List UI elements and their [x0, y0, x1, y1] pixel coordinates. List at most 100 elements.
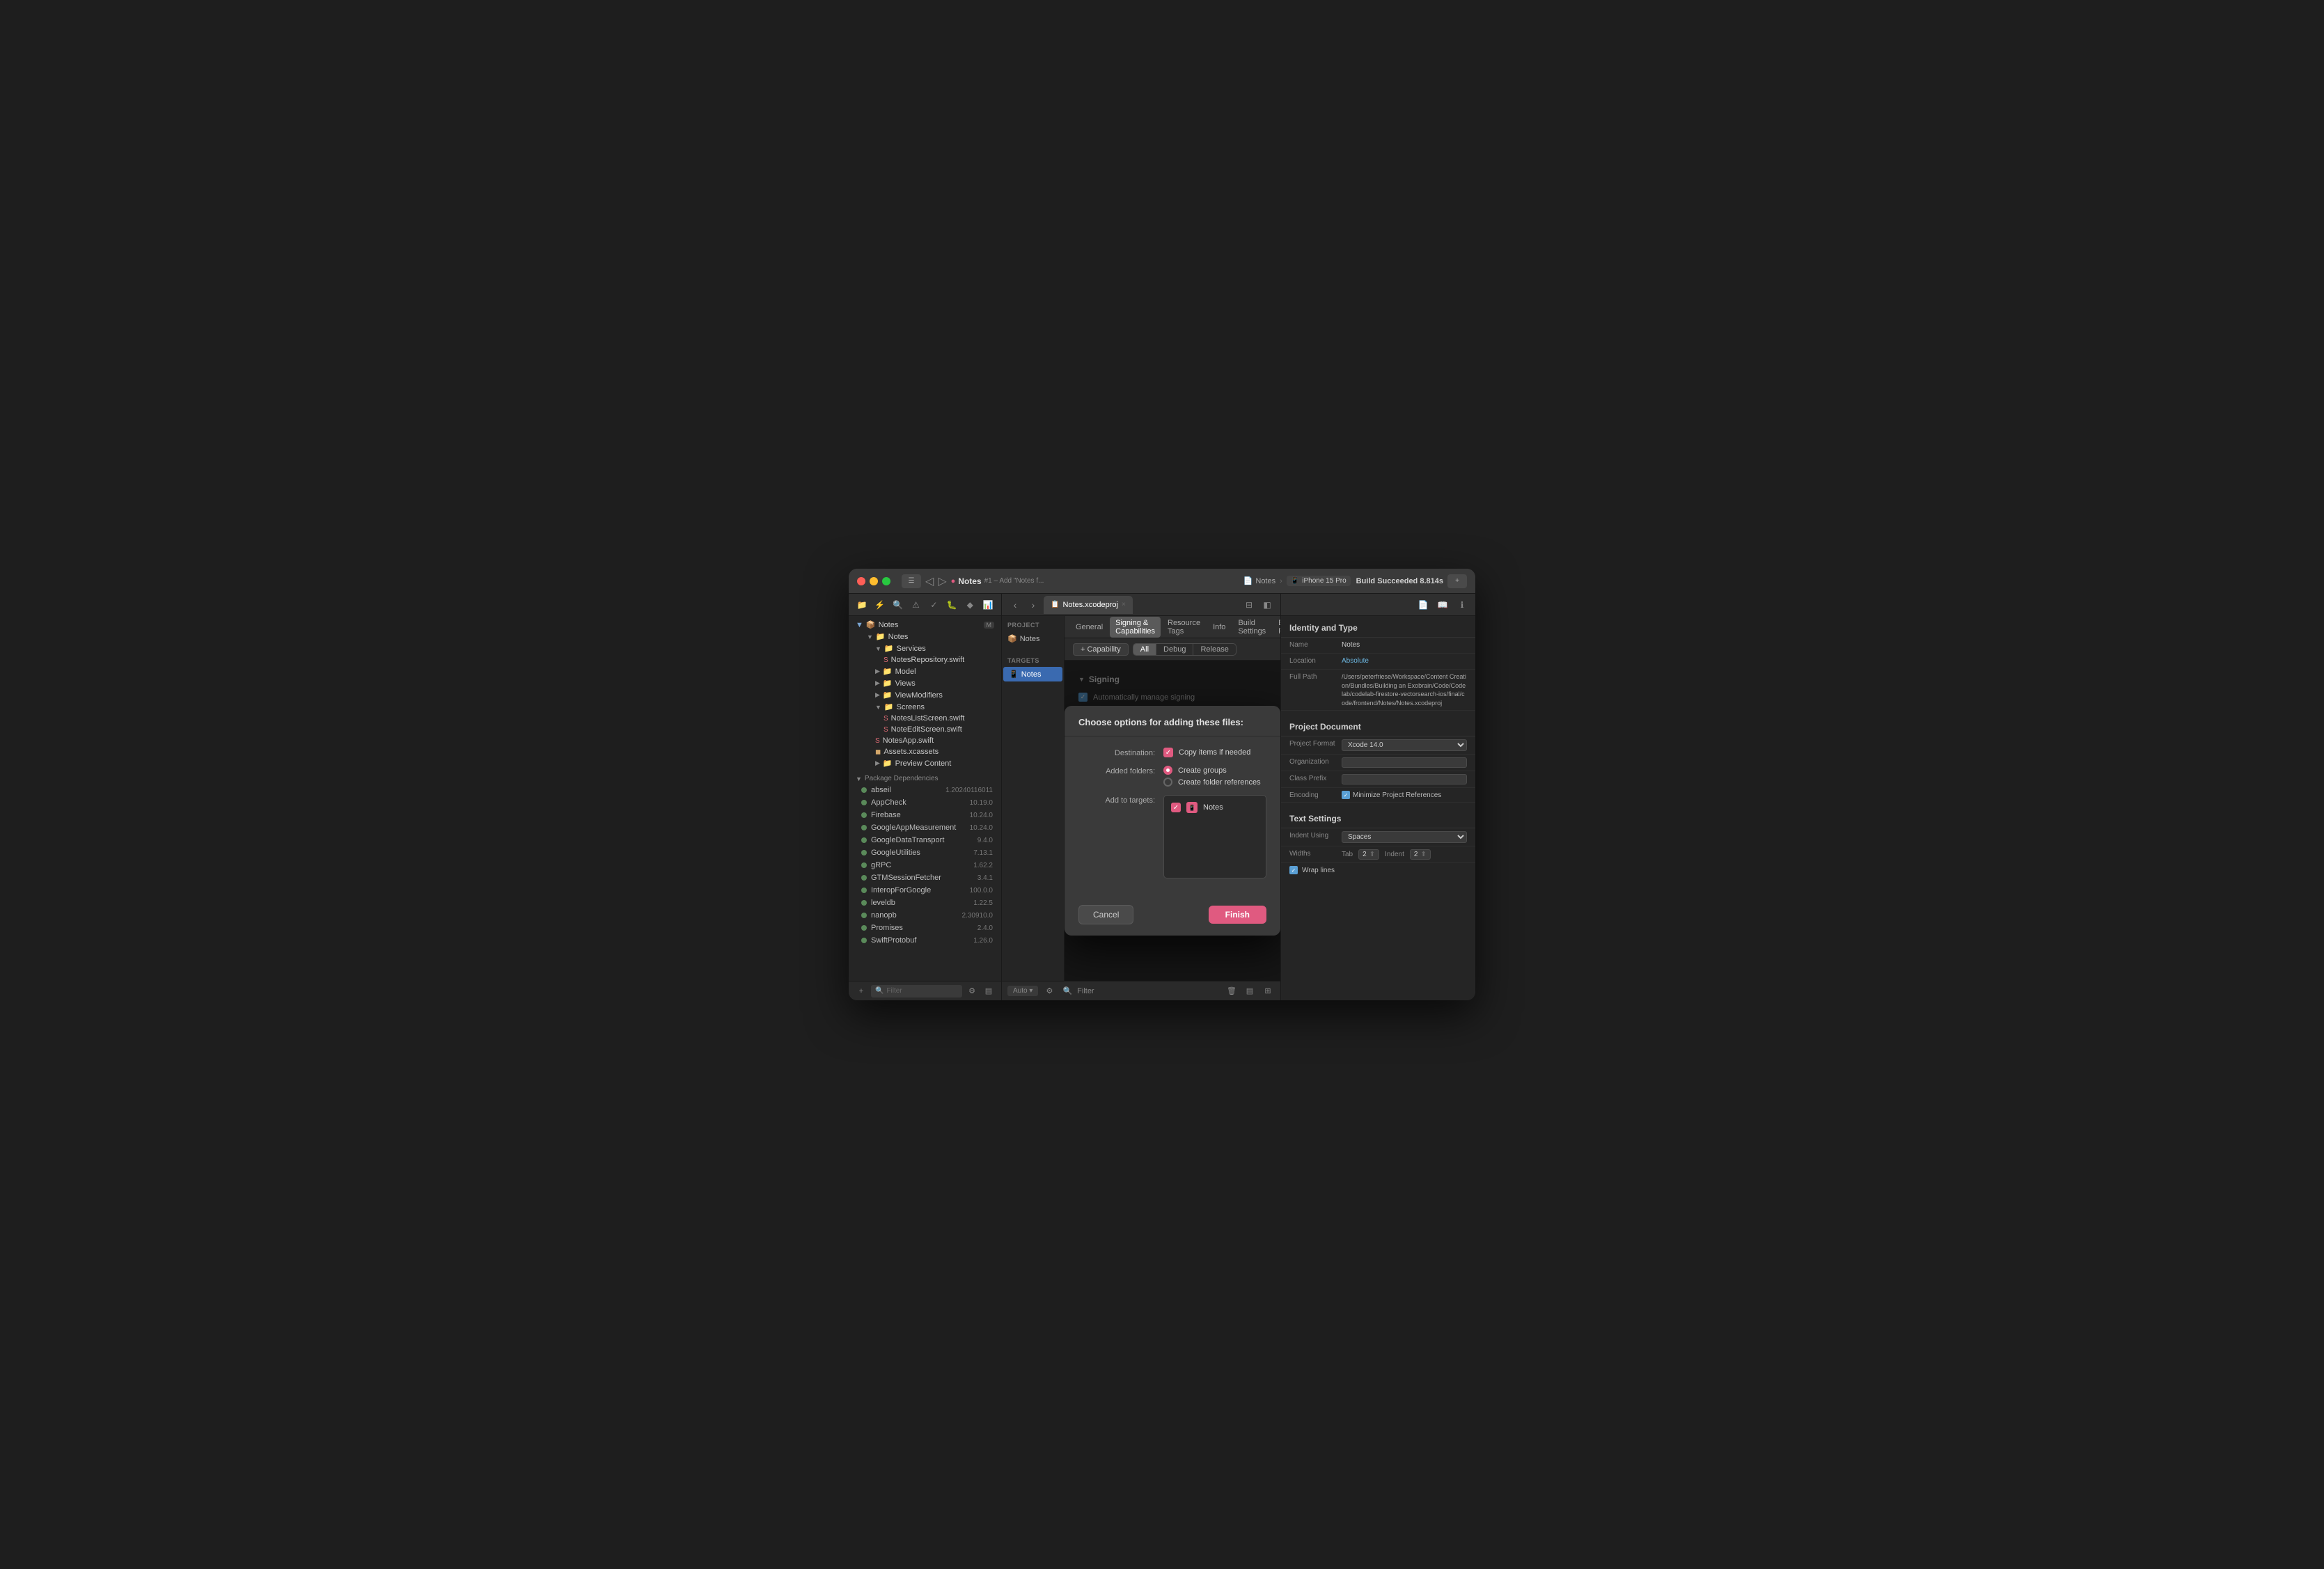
create-groups-option[interactable]: Create groups	[1163, 766, 1266, 775]
dep-swiftprotobuf[interactable]: SwiftProtobuf 1.26.0	[849, 934, 1001, 947]
target-list-item-notes[interactable]: 📱 Notes	[1003, 667, 1062, 681]
sidebar-toggle-button[interactable]: ☰	[902, 574, 921, 588]
class-prefix-input[interactable]	[1342, 774, 1467, 784]
copy-items-checkbox[interactable]: ✓	[1163, 748, 1173, 757]
dep-abseil[interactable]: abseil 1.20240116011	[849, 784, 1001, 796]
nav-back-button[interactable]: ‹	[1007, 597, 1023, 613]
sidebar-item-assets[interactable]: ◼ Assets.xcassets	[850, 746, 1000, 757]
sidebar-item-notesapp[interactable]: S NotesApp.swift	[850, 735, 1000, 746]
breadcrumb-notes[interactable]: 📄 Notes	[1243, 576, 1275, 585]
split-view-button[interactable]: ⊟	[1241, 597, 1257, 613]
sidebar-item-viewmodifiers[interactable]: ▶ 📁 ViewModifiers	[850, 689, 1000, 701]
dep-gtmsessionfetcher[interactable]: GTMSessionFetcher 3.4.1	[849, 872, 1001, 884]
filter-debug-button[interactable]: Debug	[1156, 644, 1193, 655]
sidebar-icon-debug[interactable]: 🐛	[944, 597, 959, 613]
create-folder-refs-option[interactable]: Create folder references	[1163, 778, 1266, 787]
full-path-row: Full Path /Users/peterfriese/Workspace/C…	[1281, 670, 1475, 711]
sidebar-item-views[interactable]: ▶ 📁 Views	[850, 677, 1000, 689]
add-button[interactable]: +	[1447, 574, 1467, 588]
sidebar-item-noteeditscreen[interactable]: S NoteEditScreen.swift	[850, 724, 1000, 735]
tab-general[interactable]: General	[1070, 621, 1108, 633]
sidebar-item-screens[interactable]: ▼ 📁 Screens	[850, 701, 1000, 713]
sidebar-icon-source[interactable]: ⚡	[872, 597, 888, 613]
panel-info-icon[interactable]: ℹ	[1454, 597, 1470, 613]
create-folder-refs-radio[interactable]	[1163, 778, 1172, 787]
tab-resource-tags[interactable]: Resource Tags	[1162, 617, 1206, 638]
sidebar-item-services[interactable]: ▼ 📁 Services	[850, 642, 1000, 654]
build-status: Build Succeeded 8.814s	[1356, 577, 1443, 585]
maximize-button[interactable]	[882, 577, 890, 585]
minimize-button[interactable]	[870, 577, 878, 585]
auto-label[interactable]: Auto ▾	[1007, 986, 1038, 996]
tab-close-button[interactable]: ×	[1122, 601, 1126, 608]
sidebar-item-preview-content[interactable]: ▶ 📁 Preview Content	[850, 757, 1000, 769]
dep-googledatatransport[interactable]: GoogleDataTransport 9.4.0	[849, 834, 1001, 846]
sidebar-item-model[interactable]: ▶ 📁 Model	[850, 665, 1000, 677]
sidebar-layout-button[interactable]: ▤	[982, 984, 996, 998]
filter-bar[interactable]: 🔍 Filter	[871, 985, 962, 998]
organization-input[interactable]	[1342, 757, 1467, 768]
dep-grpc[interactable]: gRPC 1.62.2	[849, 859, 1001, 872]
close-button[interactable]	[857, 577, 865, 585]
project-format-row: Project Format Xcode 14.0	[1281, 736, 1475, 755]
dep-appcheck[interactable]: AppCheck 10.19.0	[849, 796, 1001, 809]
add-capability-button[interactable]: + Capability	[1073, 643, 1129, 656]
target-notes-row[interactable]: ✓ 📱 Notes	[1168, 800, 1262, 815]
nav-forward-button[interactable]: ›	[1026, 597, 1041, 613]
inspector-button[interactable]: ◧	[1259, 597, 1275, 613]
bottom-filter-button[interactable]: 🔍	[1060, 984, 1074, 998]
add-files-modal: Choose options for adding these files: D…	[1065, 706, 1280, 936]
panel-quick-help-icon[interactable]: 📖	[1435, 597, 1450, 613]
sidebar-package-deps-header[interactable]: ▼ Package Dependencies	[850, 773, 1000, 784]
sidebar-icon-breakpoints[interactable]: ◆	[962, 597, 978, 613]
sidebar-item-notes-group[interactable]: ▼ 📁 Notes	[850, 631, 1000, 642]
dep-leveldb[interactable]: leveldb 1.22.5	[849, 897, 1001, 909]
sidebar-icon-issues[interactable]: ⚠	[909, 597, 924, 613]
dep-googleutilities[interactable]: GoogleUtilities 7.13.1	[849, 846, 1001, 859]
filter-release-button[interactable]: Release	[1193, 644, 1235, 655]
dep-promises[interactable]: Promises 2.4.0	[849, 922, 1001, 934]
add-item-button[interactable]: +	[854, 984, 868, 998]
create-groups-radio[interactable]	[1163, 766, 1172, 775]
bottom-layout-button[interactable]: ▤	[1243, 984, 1257, 998]
tab-stepper[interactable]: 2 ⬆	[1358, 849, 1379, 860]
tab-signing-capabilities[interactable]: Signing & Capabilities	[1110, 617, 1161, 638]
tab-info[interactable]: Info	[1207, 621, 1231, 633]
target-notes-checkbox[interactable]: ✓	[1171, 803, 1181, 812]
device-selector[interactable]: 📱 iPhone 15 Pro	[1287, 576, 1351, 586]
right-panel-toolbar: 📄 📖 ℹ	[1281, 594, 1475, 616]
encoding-checkbox[interactable]: ✓	[1342, 791, 1350, 799]
indent-stepper[interactable]: 2 ⬆	[1410, 849, 1431, 860]
wrap-lines-checkbox[interactable]: ✓	[1289, 866, 1298, 874]
sidebar-item-noteslistscreen[interactable]: S NotesListScreen.swift	[850, 713, 1000, 724]
sidebar-options-button[interactable]: ⚙	[965, 984, 979, 998]
dep-firebase[interactable]: Firebase 10.24.0	[849, 809, 1001, 821]
indent-using-select[interactable]: Spaces	[1342, 831, 1467, 843]
dep-interopforgoogle[interactable]: InteropForGoogle 100.0.0	[849, 884, 1001, 897]
finish-button[interactable]: Finish	[1209, 906, 1266, 924]
sidebar-root-notes[interactable]: ▼ 📦 Notes M	[850, 619, 1000, 631]
dep-googleappmeasurement[interactable]: GoogleAppMeasurement 10.24.0	[849, 821, 1001, 834]
sidebar-icon-search[interactable]: 🔍	[890, 597, 906, 613]
bottom-filter-label[interactable]: Filter	[1078, 984, 1092, 998]
project-format-label: Project Format	[1289, 739, 1342, 748]
tab-notes-xcodeproj[interactable]: 📋 Notes.xcodeproj ×	[1044, 596, 1133, 614]
panel-file-icon[interactable]: 📄	[1415, 597, 1431, 613]
filter-all-button[interactable]: All	[1133, 644, 1156, 655]
bottom-expand-button[interactable]: ⊞	[1261, 984, 1275, 998]
cancel-button[interactable]: Cancel	[1078, 905, 1133, 924]
copy-items-option[interactable]: ✓ Copy items if needed	[1163, 748, 1266, 757]
bottom-options-button[interactable]: ⚙	[1042, 984, 1056, 998]
project-list-item-notes[interactable]: 📦 Notes	[1002, 631, 1064, 646]
sidebar-icon-reports[interactable]: 📊	[980, 597, 996, 613]
sidebar-icon-folder[interactable]: 📁	[854, 597, 870, 613]
sidebar-item-notes-repository[interactable]: S NotesRepository.swift	[850, 654, 1000, 665]
sidebar-icon-tests[interactable]: ✓	[927, 597, 942, 613]
location-value[interactable]: Absolute	[1342, 656, 1467, 666]
project-format-select[interactable]: Xcode 14.0	[1342, 739, 1467, 751]
modal-body: Destination: ✓ Copy items if needed	[1065, 736, 1280, 898]
dep-nanopb[interactable]: nanopb 2.30910.0	[849, 909, 1001, 922]
tab-build-phases[interactable]: Build Phases	[1273, 617, 1280, 638]
tab-build-settings[interactable]: Build Settings	[1232, 617, 1271, 638]
bottom-trash-button[interactable]: 🗑	[1225, 984, 1239, 998]
